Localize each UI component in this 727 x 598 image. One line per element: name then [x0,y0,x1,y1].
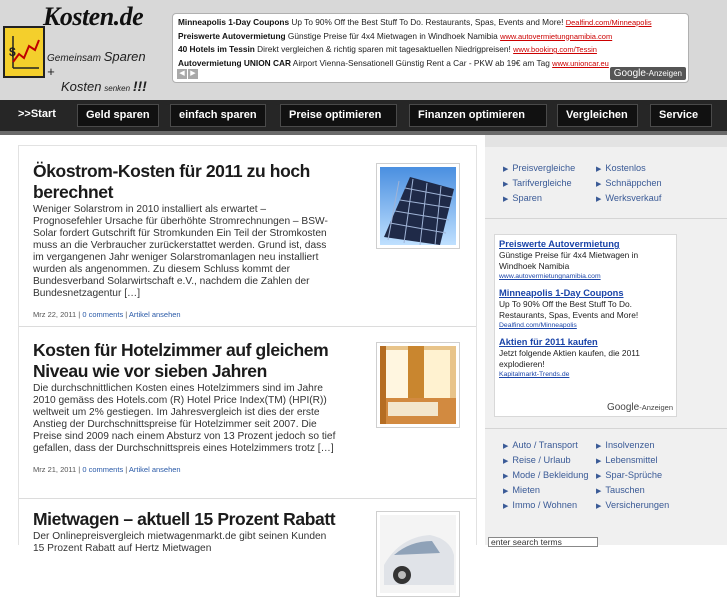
top-ad-3-url[interactable]: www.booking.com/Tessin [513,45,597,54]
top-ad-1-url[interactable]: Dealfind.com/Minneapolis [566,18,652,27]
side-ad-1-title[interactable]: Preiswerte Autovermietung [499,238,672,250]
top-ad-2[interactable]: Preiswerte Autovermietung Günstige Preis… [178,30,683,44]
svg-text:$: $ [9,45,16,59]
nav-einfach-sparen[interactable]: einfach sparen [170,104,266,127]
side-ad-3-title[interactable]: Aktien für 2011 kaufen [499,336,672,348]
sidebar-links-1: ▶ Preisvergleiche ▶ Kostenlos ▶ Tarifvergle… [503,163,696,205]
top-ad-3-title[interactable]: 40 Hotels im Tessin [178,44,255,54]
top-ad-2-title[interactable]: Preiswerte Autovermietung [178,31,286,41]
post-3-title[interactable]: Mietwagen – aktuell 15 Prozent Rabatt [33,509,353,530]
side-ad-google-anzeigen: -Anzeigen [639,403,673,412]
side-ad-1-text: Günstige Preise für 4x4 Mietwagen in Win… [499,250,639,271]
nav-preise-optimieren[interactable]: Preise optimieren [280,104,397,127]
post-3-excerpt: Der Onlinepreisvergleich mietwagenmarkt.… [33,531,327,554]
sidebar-link-sparen[interactable]: ▶ Sparen [503,193,596,205]
post-1-date: Mrz 22, 2011 [33,310,77,319]
ad-prev-icon[interactable]: ◀ [177,69,187,79]
sidebar-link-spar-sprueche[interactable]: ▶ Spar-Sprüche [596,470,696,482]
header: $ Kosten.de Gemeinsam Sparen + Kosten se… [0,0,727,100]
post-2-comments-link[interactable]: 0 comments [82,465,123,474]
side-ad-2-text: Up To 90% Off the Best Stuff To Do. Rest… [499,299,639,320]
logo-sub-5: !!! [132,78,147,94]
side-ad-3-text: Jetzt folgende Aktien kaufen, die 2011 e… [499,348,640,369]
post-1-meta: Mrz 22, 2011 | 0 comments | Artikel anse… [33,310,181,319]
sidebar-separator-1 [485,218,727,219]
sidebar-link-preisvergleiche[interactable]: ▶ Preisvergleiche [503,163,596,175]
post-2-view-link[interactable]: Artikel ansehen [129,465,181,474]
sidebar-link-kostenlos[interactable]: ▶ Kostenlos [596,163,696,175]
logo-title: Kosten.de [43,2,144,31]
post-1-image[interactable] [376,163,460,249]
sidebar-link-werksverkauf[interactable]: ▶ Werksverkauf [596,193,696,205]
nav-service[interactable]: Service [650,104,712,127]
post-1-title[interactable]: Ökostrom-Kosten für 2011 zu hoch berechn… [33,161,333,203]
post-1-excerpt: Weniger Solarstrom in 2010 installiert a… [33,204,328,299]
top-ad-2-url[interactable]: www.autovermietungnamibia.com [500,32,612,41]
google-ads-label[interactable]: Google-Anzeigen [609,67,686,80]
logo-sub-3: Kosten [61,79,102,94]
top-ad-box: Minneapolis 1-Day Coupons Up To 90% Off … [172,13,689,83]
sidebar-link-insolvenzen[interactable]: ▶ Insolvenzen [596,440,696,452]
google-ads-brand: Google [613,68,646,79]
sidebar-link-tarifvergleiche[interactable]: ▶ Tarifvergleiche [503,178,596,190]
sidebar-separator-2 [485,428,727,429]
top-ad-4-title[interactable]: Autovermietung UNION CAR [178,58,291,68]
ad-pager: ◀ ▶ [177,69,198,79]
sidebar-link-reise-urlaub[interactable]: ▶ Reise / Urlaub [503,455,596,467]
post-1-view-link[interactable]: Artikel ansehen [129,310,181,319]
post-2-date: Mrz 21, 2011 [33,465,77,474]
top-ad-1[interactable]: Minneapolis 1-Day Coupons Up To 90% Off … [178,16,683,30]
nav-finanzen-optimieren[interactable]: Finanzen optimieren [409,104,547,127]
content-area: Ökostrom-Kosten für 2011 zu hoch berechn… [18,145,477,597]
post-2-meta: Mrz 21, 2011 | 0 comments | Artikel anse… [33,465,181,474]
top-ad-4-text: Airport Vienna-Sensationell Günstig Rent… [292,57,550,68]
top-ad-1-title[interactable]: Minneapolis 1-Day Coupons [178,17,289,27]
top-ad-2-text: Günstige Preise für 4x4 Mietwagen in Win… [287,30,498,41]
nav-geld-sparen[interactable]: Geld sparen [77,104,159,127]
sidebar-link-mieten[interactable]: ▶ Mieten [503,485,596,497]
post-3-image[interactable] [376,511,460,597]
post-divider-2 [19,498,476,499]
sidebar-link-versicherungen[interactable]: ▶ Versicherungen [596,500,696,512]
logo-sub-4: senken [104,84,131,93]
top-ad-3-text: Direkt vergleichen & richtig sparen mit … [257,44,511,54]
side-ad-3-url[interactable]: Kapitalmarkt-Trends.de [499,370,672,380]
top-ad-4-url[interactable]: www.unioncar.eu [552,59,609,68]
post-2-excerpt: Die durchschnittlichen Kosten eines Hote… [33,383,336,454]
search-input[interactable]: enter search terms [488,537,598,547]
side-ad-2-url[interactable]: Dealfind.com/Minneapolis [499,321,672,331]
side-ad-2-title[interactable]: Minneapolis 1-Day Coupons [499,287,672,299]
side-ad-google-label[interactable]: Google-Anzeigen [607,402,673,413]
side-ad-1-url[interactable]: www.autovermietungnamibia.com [499,272,672,282]
top-ad-4[interactable]: Autovermietung UNION CAR Airport Vienna-… [178,57,683,71]
sidebar-link-tauschen[interactable]: ▶ Tauschen [596,485,696,497]
top-ad-1-text: Up To 90% Off the Best Stuff To Do. Rest… [291,17,564,27]
nav-vergleichen[interactable]: Vergleichen [557,104,638,127]
sidebar-link-mode-bekleidung[interactable]: ▶ Mode / Bekleidung [503,470,596,482]
top-ad-3[interactable]: 40 Hotels im Tessin Direkt vergleichen &… [178,43,683,57]
sidebar-link-auto-transport[interactable]: ▶ Auto / Transport [503,440,596,452]
site-logo[interactable]: $ Kosten.de Gemeinsam Sparen + Kosten se… [3,2,151,93]
google-ads-anzeigen: -Anzeigen [645,69,682,78]
nav-start[interactable]: >>Start [10,104,64,127]
post-divider-1 [19,326,476,327]
sidebar-top-band [485,135,727,147]
side-ad-google-brand: Google [606,402,640,413]
main-nav: >>Start Geld sparen einfach sparen Preis… [0,100,727,131]
sidebar: ▶ Preisvergleiche ▶ Kostenlos ▶ Tarifvergle… [485,135,727,547]
post-2-image[interactable] [376,342,460,428]
sidebar-link-lebensmittel[interactable]: ▶ Lebensmittel [596,455,696,467]
logo-slogan: Gemeinsam Sparen + Kosten senken !!! [47,50,151,95]
logo-chart-icon: $ [3,26,45,78]
post-2-title[interactable]: Kosten für Hotelzimmer auf gleichem Nive… [33,340,333,382]
sidebar-links-2: ▶ Auto / Transport ▶ Insolvenzen ▶ Reise / … [503,440,696,512]
sidebar-link-schnaeppchen[interactable]: ▶ Schnäppchen [596,178,696,190]
sidebar-link-immo-wohnen[interactable]: ▶ Immo / Wohnen [503,500,596,512]
ad-next-icon[interactable]: ▶ [188,69,198,79]
post-1-comments-link[interactable]: 0 comments [82,310,123,319]
sidebar-ad-box: Preiswerte Autovermietung Günstige Preis… [494,234,677,417]
logo-sub-1: Gemeinsam [47,53,101,64]
